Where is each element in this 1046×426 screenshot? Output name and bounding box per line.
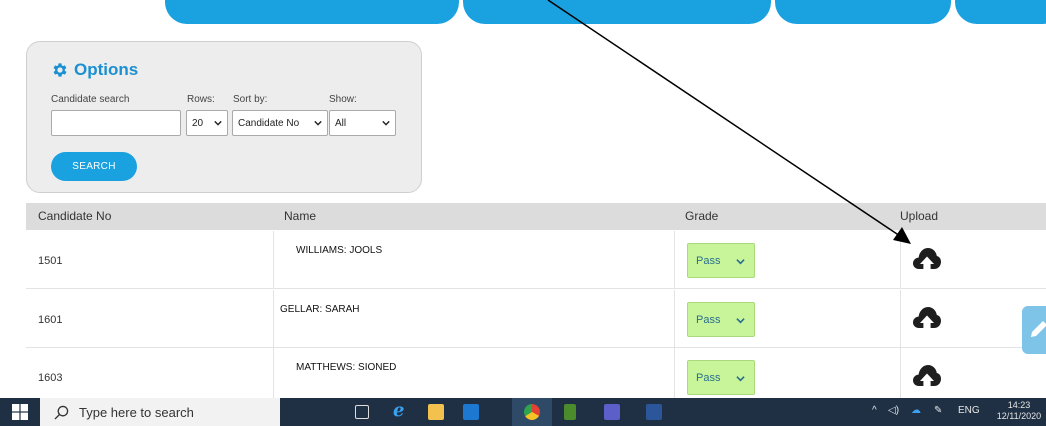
table-header: Candidate No Name Grade Upload [26,203,1046,230]
language-indicator[interactable]: ENG [958,405,980,416]
header-upload: Upload [900,209,939,223]
header-grade: Grade [685,209,719,223]
rows-select[interactable]: 20 [186,110,228,136]
sort-by-select[interactable]: Candidate No [232,110,328,136]
options-title: Options [51,60,138,80]
chevron-down-icon [214,120,222,126]
outlook-icon[interactable] [463,404,479,420]
rows-label: Rows: [187,94,215,105]
nav-tab-3[interactable] [775,0,951,24]
header-candidate-no: Candidate No [38,209,112,223]
gear-icon [53,63,67,77]
candidate-name: WILLIAMS: JOOLS [296,245,383,256]
clock-date: 12/11/2020 [996,411,1042,421]
windows-icon [12,404,28,420]
grade-select-value: Pass [696,371,721,384]
grade-select-value: Pass [696,254,721,267]
chrome-icon[interactable] [524,404,540,420]
cloud-upload-icon[interactable] [912,304,942,330]
cell-divider [900,290,901,348]
chevron-down-icon [736,376,745,382]
chevron-down-icon [736,259,745,265]
chevron-down-icon [736,318,745,324]
volume-icon[interactable]: ◁) [888,405,899,416]
candidate-search-label: Candidate search [51,94,130,105]
chevron-up-icon[interactable]: ^ [872,405,877,416]
chevron-down-icon [314,120,322,126]
table-row: 1601 GELLAR: SARAH Pass [26,290,1046,348]
cell-divider [674,290,675,348]
options-panel: Options Candidate search Rows: Sort by: … [26,41,422,193]
rows-select-value: 20 [192,117,204,129]
taskbar-search[interactable]: Type here to search [40,398,280,426]
show-select-value: All [335,117,347,129]
grade-select[interactable]: Pass [687,360,755,395]
sort-by-select-value: Candidate No [238,117,300,129]
teams-icon[interactable] [604,404,620,420]
file-explorer-icon[interactable] [428,404,444,420]
cell-divider [674,231,675,289]
word-icon[interactable] [646,404,662,420]
search-icon [54,405,69,420]
header-name: Name [284,209,317,223]
candidate-search-input[interactable] [51,110,181,136]
cloud-upload-icon[interactable] [912,245,942,271]
grade-select-value: Pass [696,313,721,326]
cloud-upload-icon[interactable] [912,362,942,388]
candidate-name: GELLAR: SARAH [280,304,360,315]
sort-by-label: Sort by: [233,94,268,105]
candidate-no: 1501 [38,255,63,267]
page: Options Candidate search Rows: Sort by: … [0,0,1046,426]
cell-divider [900,231,901,289]
grade-select[interactable]: Pass [687,302,755,337]
grade-select[interactable]: Pass [687,243,755,278]
cell-divider [273,231,274,289]
pencil-icon [1031,321,1046,337]
candidate-name: MATTHEWS: SIONED [296,362,397,373]
onedrive-icon[interactable]: ☁ [911,405,921,416]
taskbar-search-placeholder: Type here to search [79,404,194,420]
candidate-no: 1601 [38,314,63,326]
nav-tab-1[interactable] [165,0,459,24]
options-title-text: Options [74,60,139,79]
clock[interactable]: 14:23 12/11/2020 [992,400,1046,422]
show-label: Show: [329,94,357,105]
cell-divider [273,290,274,348]
nav-tab-4[interactable] [955,0,1046,24]
task-view-icon[interactable] [355,405,369,419]
edit-tab[interactable] [1022,306,1046,354]
table-row: 1501 WILLIAMS: JOOLS Pass [26,231,1046,289]
taskbar: Type here to search ℯ ^ ◁) ☁ ✎ ENG 14:23… [0,398,1046,426]
show-select[interactable]: All [329,110,396,136]
candidate-no: 1603 [38,372,63,384]
clock-time: 14:23 [1007,400,1031,410]
start-button[interactable] [0,398,40,426]
top-nav [0,0,1046,24]
pen-icon[interactable]: ✎ [934,405,942,416]
chevron-down-icon [382,120,390,126]
edge-icon[interactable]: ℯ [393,400,411,420]
search-button[interactable]: SEARCH [51,152,137,181]
nav-tab-2[interactable] [463,0,771,24]
app-icon[interactable] [564,404,576,420]
